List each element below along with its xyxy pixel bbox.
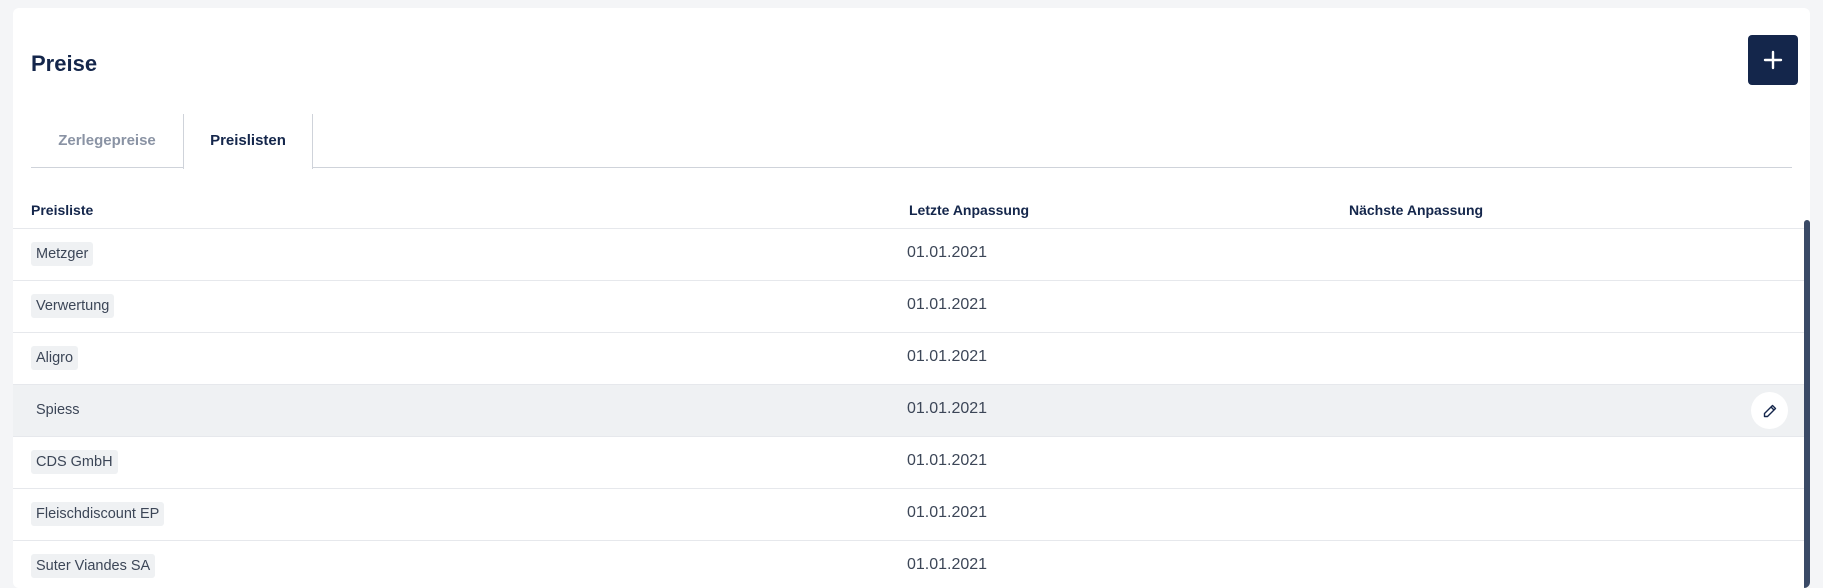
last-adjustment-date: 01.01.2021 xyxy=(907,400,988,417)
plus-icon xyxy=(1763,50,1783,70)
last-adjustment-date: 01.01.2021 xyxy=(907,244,988,261)
tab-zerlegepreise[interactable]: Zerlegepreise xyxy=(31,114,183,167)
edit-button[interactable] xyxy=(1751,392,1788,429)
last-adjustment-date: 01.01.2021 xyxy=(907,504,988,521)
table-row-hovered[interactable]: Spiess 01.01.2021 xyxy=(13,385,1810,437)
price-list-name: Spiess xyxy=(36,402,80,418)
column-header-preisliste[interactable]: Preisliste xyxy=(31,202,93,218)
last-adjustment-date: 01.01.2021 xyxy=(907,452,988,469)
price-list-name: Aligro xyxy=(31,346,79,370)
price-list-name: Fleischdiscount EP xyxy=(31,502,165,526)
table-row[interactable]: Verwertung 01.01.2021 xyxy=(13,281,1810,333)
add-button[interactable] xyxy=(1748,35,1798,85)
page-title: Preise xyxy=(31,51,98,76)
price-list-name: Metzger xyxy=(31,242,94,266)
last-adjustment-date: 01.01.2021 xyxy=(907,556,988,573)
tab-preislisten[interactable]: Preislisten xyxy=(183,114,313,169)
price-list-table: Preisliste Letzte Anpassung Nächste Anpa… xyxy=(13,194,1810,588)
price-list-name: Verwertung xyxy=(31,294,115,318)
table-row[interactable]: Metzger 01.01.2021 xyxy=(13,229,1810,281)
column-header-naechste-anpassung[interactable]: Nächste Anpassung xyxy=(1349,202,1483,218)
prices-card: Preise Zerlegepreise Preislisten Preisli… xyxy=(13,8,1810,588)
table-row[interactable]: Fleischdiscount EP 01.01.2021 xyxy=(13,489,1810,541)
scrollbar-thumb[interactable] xyxy=(1804,220,1810,588)
price-list-name: CDS GmbH xyxy=(31,450,118,474)
table-row[interactable]: CDS GmbH 01.01.2021 xyxy=(13,437,1810,489)
table-row[interactable]: Aligro 01.01.2021 xyxy=(13,333,1810,385)
last-adjustment-date: 01.01.2021 xyxy=(907,296,988,313)
last-adjustment-date: 01.01.2021 xyxy=(907,348,988,365)
price-list-name: Suter Viandes SA xyxy=(31,554,156,578)
tab-bar: Zerlegepreise Preislisten xyxy=(31,114,1792,169)
vertical-scrollbar[interactable] xyxy=(1804,220,1810,588)
table-header: Preisliste Letzte Anpassung Nächste Anpa… xyxy=(13,194,1810,229)
pencil-icon xyxy=(1763,404,1776,417)
table-row[interactable]: Suter Viandes SA 01.01.2021 xyxy=(13,541,1810,588)
column-header-letzte-anpassung[interactable]: Letzte Anpassung xyxy=(909,202,1029,218)
